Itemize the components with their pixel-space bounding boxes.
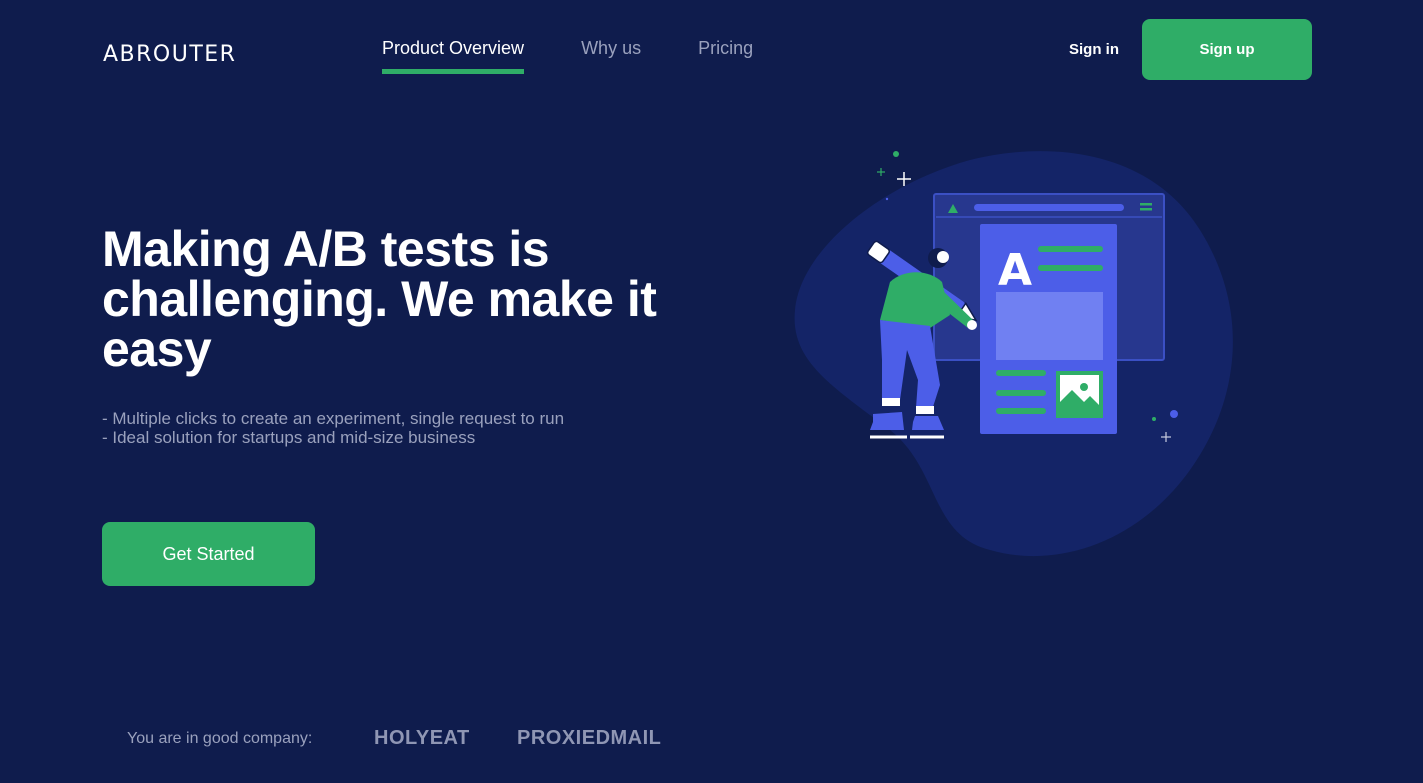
menu-icon xyxy=(1140,208,1152,211)
company-label: You are in good company: xyxy=(127,730,313,747)
sign-in-link[interactable]: Sign in xyxy=(1069,41,1119,58)
sparkle-dot xyxy=(1152,417,1156,421)
main-nav: Product Overview Why us Pricing xyxy=(382,38,753,74)
hero-title: Making A/B tests is challenging. We make… xyxy=(102,221,657,377)
company-logo-holyeat: HOLYEAT xyxy=(374,727,470,749)
sign-up-button[interactable]: Sign up xyxy=(1142,19,1312,80)
landing-page: ABROUTER Product Overview Why us Pricing… xyxy=(0,0,1423,783)
nav-item-why-us[interactable]: Why us xyxy=(581,38,641,73)
content-block xyxy=(996,292,1103,360)
company-logo-proxiedmail: PROXIEDMAIL xyxy=(517,727,662,749)
sparkle-dot xyxy=(885,197,889,201)
nav-item-pricing[interactable]: Pricing xyxy=(698,38,753,73)
sparkle-icon xyxy=(877,168,885,176)
hero-bullet: - Ideal solution for startups and mid-si… xyxy=(102,428,476,447)
browser-address-bar xyxy=(974,204,1124,211)
hero-bullets: - Multiple clicks to create an experimen… xyxy=(102,409,564,447)
get-started-button[interactable]: Get Started xyxy=(102,522,315,586)
hero-illustration: A xyxy=(794,151,1233,557)
brand-logo[interactable]: ABROUTER xyxy=(103,42,236,67)
sparkle-dot xyxy=(893,151,899,157)
hero-bullet: - Multiple clicks to create an experimen… xyxy=(102,409,565,428)
menu-icon xyxy=(1140,203,1152,206)
sparkle-dot xyxy=(1170,410,1178,418)
variant-letter: A xyxy=(998,245,1032,296)
nav-item-product-overview[interactable]: Product Overview xyxy=(382,38,525,74)
